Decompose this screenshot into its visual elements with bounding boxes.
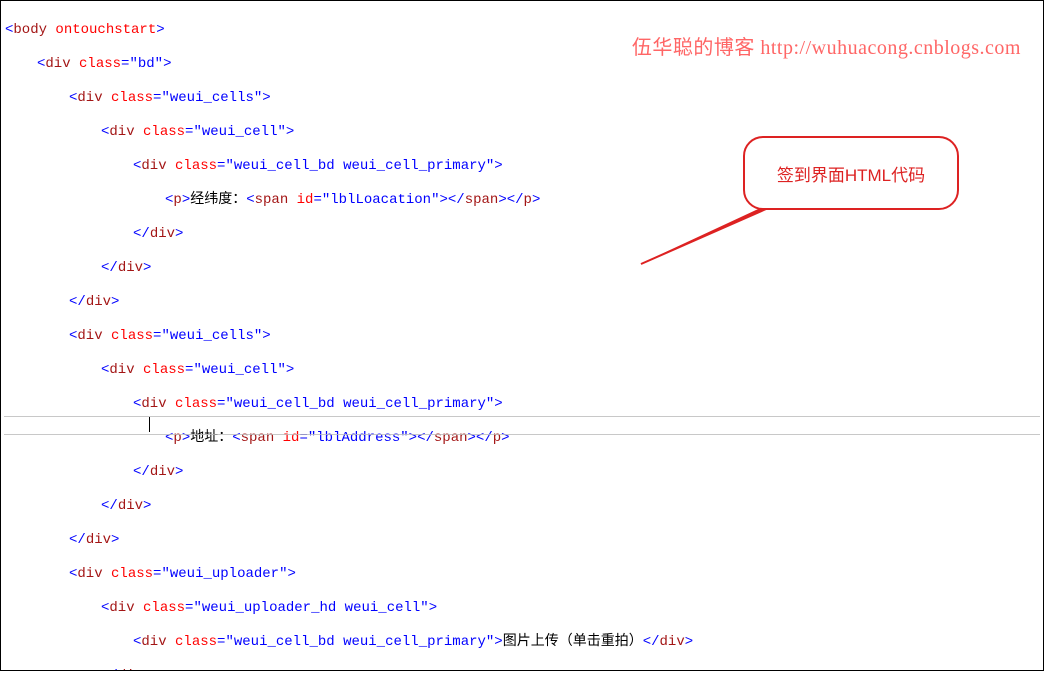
callout-label: 签到界面HTML代码 [777, 161, 925, 186]
code-line: </div> [5, 260, 1043, 277]
code-line: <p>地址：<span id="lblAddress"></span></p> [5, 430, 1043, 447]
code-line: <div class="weui_uploader"> [5, 566, 1043, 583]
code-line: </div> [5, 464, 1043, 481]
code-line: </div> [5, 668, 1043, 671]
text-caret [149, 417, 150, 432]
code-line: </div> [5, 498, 1043, 515]
code-line: </div> [5, 226, 1043, 243]
callout-bubble: 签到界面HTML代码 [743, 136, 959, 210]
code-line: <div class="weui_cell_bd weui_cell_prima… [5, 396, 1043, 413]
watermark-text: 伍华聪的博客 http://wuhuacong.cnblogs.com [632, 31, 1021, 60]
code-line: </div> [5, 294, 1043, 311]
code-line: <div class="weui_cells"> [5, 90, 1043, 107]
code-pane: <body ontouchstart> <div class="bd"> <di… [1, 1, 1043, 671]
code-line: <div class="weui_cell_bd weui_cell_prima… [5, 634, 1043, 651]
code-screenshot: 伍华聪的博客 http://wuhuacong.cnblogs.com 签到界面… [0, 0, 1044, 671]
code-line: <div class="weui_cells"> [5, 328, 1043, 345]
code-line: <div class="weui_uploader_hd weui_cell"> [5, 600, 1043, 617]
code-line: </div> [5, 532, 1043, 549]
code-line: <div class="weui_cell"> [5, 362, 1043, 379]
